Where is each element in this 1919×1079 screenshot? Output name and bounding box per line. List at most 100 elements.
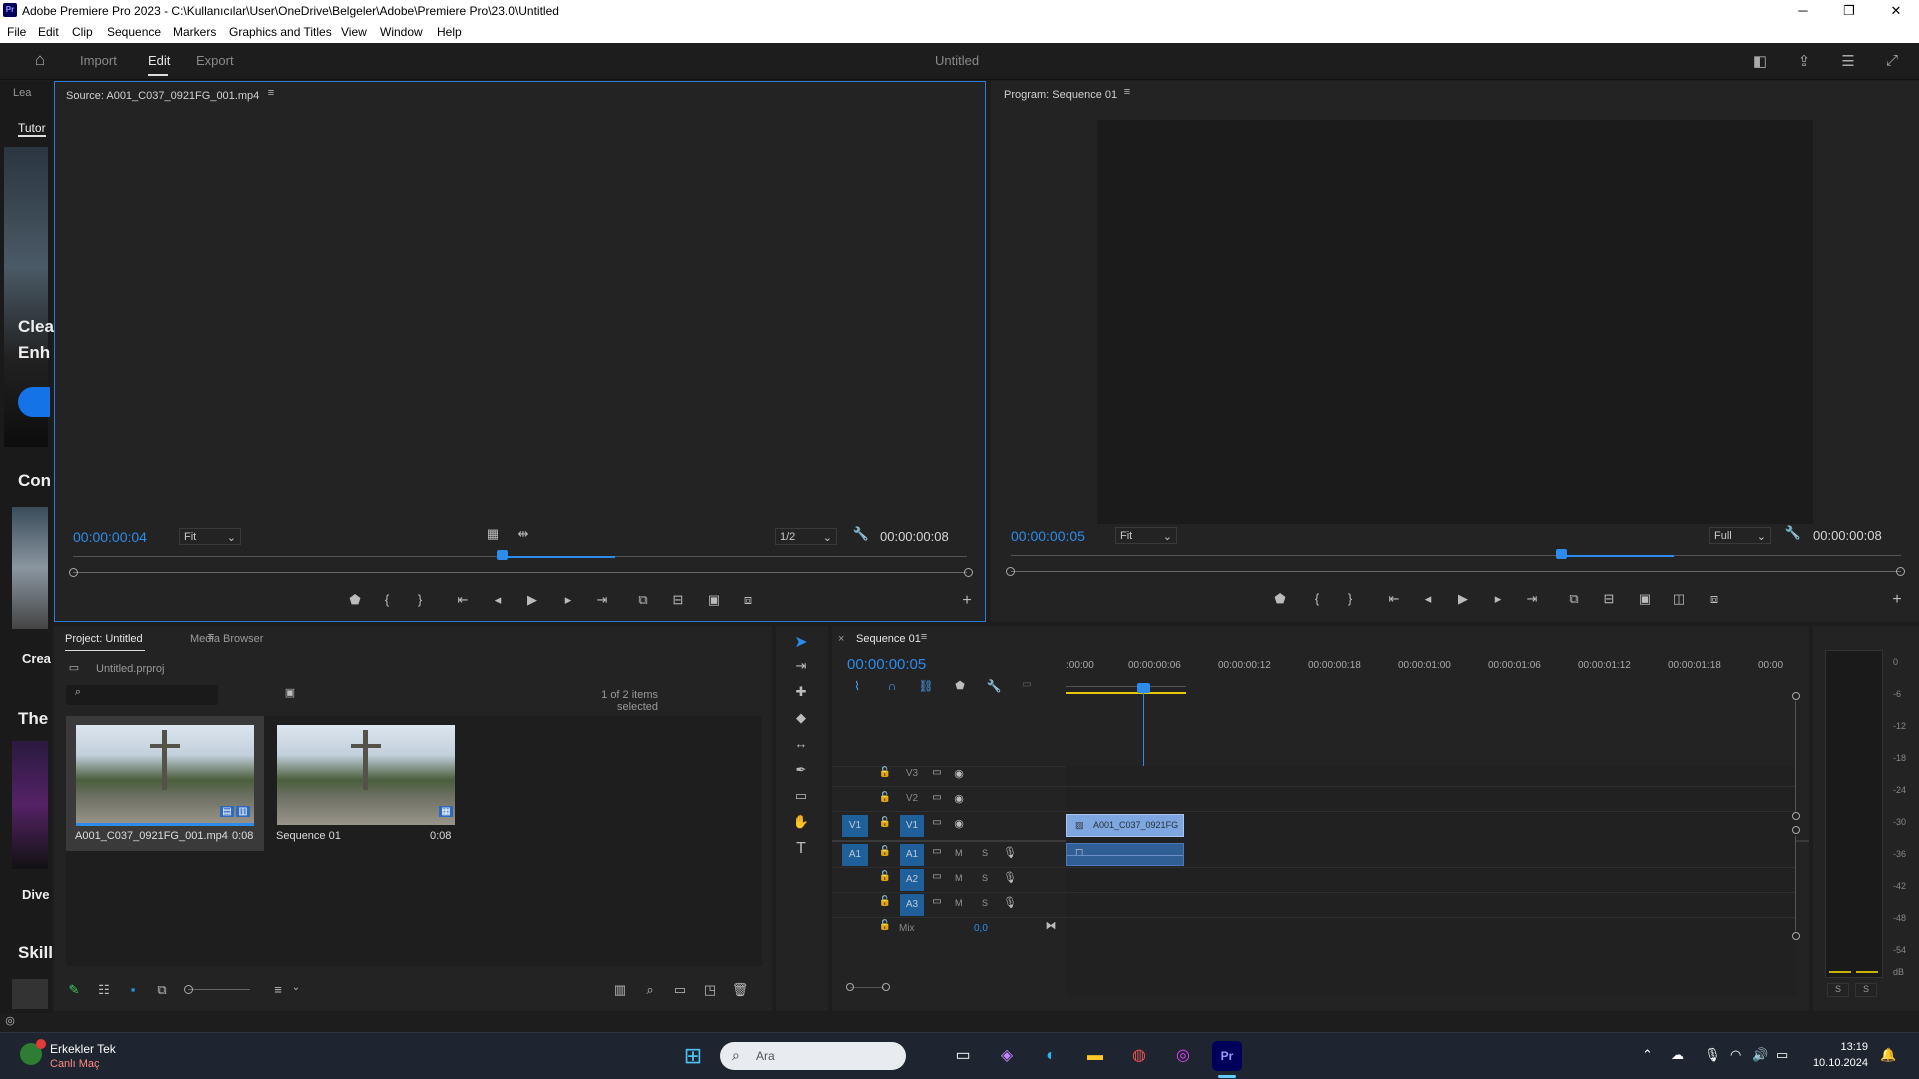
insert-icon[interactable]: ⧉ [633, 592, 653, 608]
rectangle-tool-icon[interactable]: ▭ [791, 788, 811, 804]
volume-icon[interactable]: 🔊 [1752, 1047, 1768, 1063]
minimize-icon[interactable]: ─ [1780, 0, 1826, 22]
panel-menu-icon[interactable]: ≡ [914, 631, 934, 643]
mute-button[interactable]: M [955, 873, 963, 883]
track-label-a1[interactable]: A1 [900, 844, 924, 866]
slider-handle[interactable] [184, 985, 193, 994]
button-editor-icon[interactable]: ⧈ [1704, 591, 1724, 607]
program-zoom-bar[interactable] [1011, 571, 1901, 572]
comparison-view-icon[interactable]: ◫ [1669, 591, 1689, 607]
tutorial-thumbnail[interactable] [12, 979, 48, 1009]
add-button-icon[interactable]: + [957, 592, 977, 610]
taskbar-search-input[interactable]: ⌕ Ara [720, 1042, 906, 1070]
mark-in-icon[interactable]: { [1307, 591, 1327, 606]
mark-in-icon[interactable]: { [377, 592, 397, 607]
program-resolution-dropdown[interactable]: Full ⌄ [1709, 527, 1771, 544]
ripple-edit-tool-icon[interactable]: ✚ [791, 684, 811, 700]
solo-right-button[interactable]: S [1855, 983, 1877, 997]
razor-tool-icon[interactable]: ◆ [791, 710, 811, 726]
sync-lock-icon[interactable]: ▭ [927, 896, 947, 907]
instagram-icon[interactable]: ◎ [1168, 1041, 1198, 1071]
go-to-out-icon[interactable]: ⇥ [592, 592, 612, 608]
video-clip[interactable]: ▨ A001_C037_0921FG [1066, 814, 1184, 837]
lift-icon[interactable]: ⧉ [1564, 591, 1584, 607]
tab-import[interactable]: Import [80, 53, 117, 68]
timeline-ruler[interactable]: :00:00 00:00:00:06 00:00:00:12 00:00:00:… [1066, 656, 1796, 696]
project-item-sequence[interactable]: ▦ Sequence 01 0:08 [274, 716, 464, 851]
freeform-view-icon[interactable]: ⧉ [152, 982, 172, 998]
clock-date[interactable]: 10.10.2024 [1812, 1057, 1868, 1069]
menu-sequence[interactable]: Sequence [107, 25, 161, 39]
menu-view[interactable]: View [341, 25, 367, 39]
zoom-handle-left[interactable] [846, 983, 854, 991]
mic-icon[interactable]: 🎙 [1000, 871, 1020, 884]
download-button[interactable] [18, 387, 50, 417]
step-back-icon[interactable]: ◂ [488, 592, 508, 608]
source-zoom-bar[interactable] [73, 572, 967, 573]
work-area-bar[interactable] [1066, 692, 1186, 694]
program-playhead[interactable] [1556, 549, 1567, 559]
sync-lock-icon[interactable]: ▭ [927, 846, 947, 857]
drag-audio-icon[interactable]: ⇹ [513, 526, 533, 542]
notifications-bell-icon[interactable]: 🔔 [1880, 1047, 1896, 1063]
list-view-icon[interactable]: ☷ [94, 982, 114, 998]
solo-button[interactable]: S [982, 873, 988, 883]
solo-left-button[interactable]: S [1827, 983, 1849, 997]
captions-icon[interactable]: ▭ [1017, 679, 1037, 690]
file-explorer-icon[interactable]: ▬ [1080, 1041, 1110, 1071]
project-search-input[interactable] [66, 685, 218, 705]
source-resolution-dropdown[interactable]: 1/2 ⌄ [775, 528, 837, 545]
project-item-clip[interactable]: ▤ ▥ A001_C037_0921FG_001.mp4 0:08 [66, 716, 264, 851]
source-patch-v1[interactable]: V1 [842, 815, 868, 837]
go-to-in-icon[interactable]: ⇤ [453, 592, 473, 608]
menu-clip[interactable]: Clip [72, 25, 93, 39]
mix-value[interactable]: 0,0 [974, 923, 988, 934]
notification-title[interactable]: Erkekler Tek [50, 1042, 116, 1056]
add-marker-icon[interactable]: ⬟ [950, 679, 970, 692]
add-marker-icon[interactable]: ⬟ [345, 592, 365, 608]
status-icon[interactable]: ◎ [0, 1014, 20, 1027]
tab-project[interactable]: Project: Untitled [65, 633, 143, 645]
learn-tab[interactable]: Lea [13, 87, 31, 99]
lock-icon[interactable]: 🔓 [875, 871, 895, 882]
eye-icon[interactable]: ◉ [949, 817, 969, 830]
step-forward-icon[interactable]: ▸ [558, 592, 578, 608]
audio-clip[interactable]: ◻ [1066, 843, 1184, 866]
timeline-zoom-bar[interactable] [850, 987, 884, 988]
type-tool-icon[interactable]: T [791, 840, 811, 858]
tab-media-browser[interactable]: Media Browser [190, 633, 263, 645]
menu-window[interactable]: Window [380, 25, 423, 39]
notification-subtitle[interactable]: Canlı Maç [50, 1058, 100, 1070]
hand-tool-icon[interactable]: ✋ [791, 814, 811, 830]
program-timecode[interactable]: 00:00:00:05 [1011, 528, 1085, 544]
video-scrollbar[interactable] [1795, 701, 1796, 811]
premiere-taskbar-icon[interactable]: Pr [1212, 1041, 1242, 1071]
menu-graphics-titles[interactable]: Graphics and Titles [229, 25, 332, 39]
timeline-settings-icon[interactable]: 🔧 [984, 679, 1004, 693]
track-area[interactable] [1066, 766, 1796, 996]
lock-icon[interactable]: 🔓 [875, 817, 895, 828]
wrench-icon[interactable]: 🔧 [851, 526, 871, 542]
tutorials-tab[interactable]: Tutor [18, 121, 46, 137]
sync-lock-icon[interactable]: ▭ [927, 817, 947, 828]
scroll-handle[interactable] [1792, 692, 1800, 700]
lock-icon[interactable]: 🔓 [875, 896, 895, 907]
add-marker-icon[interactable]: ⬟ [1270, 591, 1290, 607]
zoom-handle-left[interactable] [69, 568, 78, 577]
step-forward-icon[interactable]: ▸ [1488, 591, 1508, 607]
play-icon[interactable]: ▶ [1453, 591, 1473, 607]
mark-out-icon[interactable]: } [1340, 591, 1360, 606]
menu-edit[interactable]: Edit [38, 25, 59, 39]
eye-icon[interactable]: ◉ [949, 792, 969, 805]
solo-button[interactable]: S [982, 898, 988, 908]
chrome-icon[interactable]: ◍ [1124, 1041, 1154, 1071]
find-icon[interactable]: ⌕ [640, 982, 660, 998]
workspaces-icon[interactable]: ☰ [1838, 52, 1858, 70]
task-view-icon[interactable]: ▭ [948, 1041, 978, 1071]
track-select-tool-icon[interactable]: ⇥ [791, 658, 811, 674]
panel-menu-icon[interactable]: ≡ [1117, 86, 1137, 98]
copilot-icon[interactable]: ◈ [992, 1041, 1022, 1071]
source-patch-a1[interactable]: A1 [842, 844, 868, 866]
chevron-up-icon[interactable]: ⌃ [1642, 1047, 1653, 1063]
play-icon[interactable]: ▶ [522, 592, 542, 608]
